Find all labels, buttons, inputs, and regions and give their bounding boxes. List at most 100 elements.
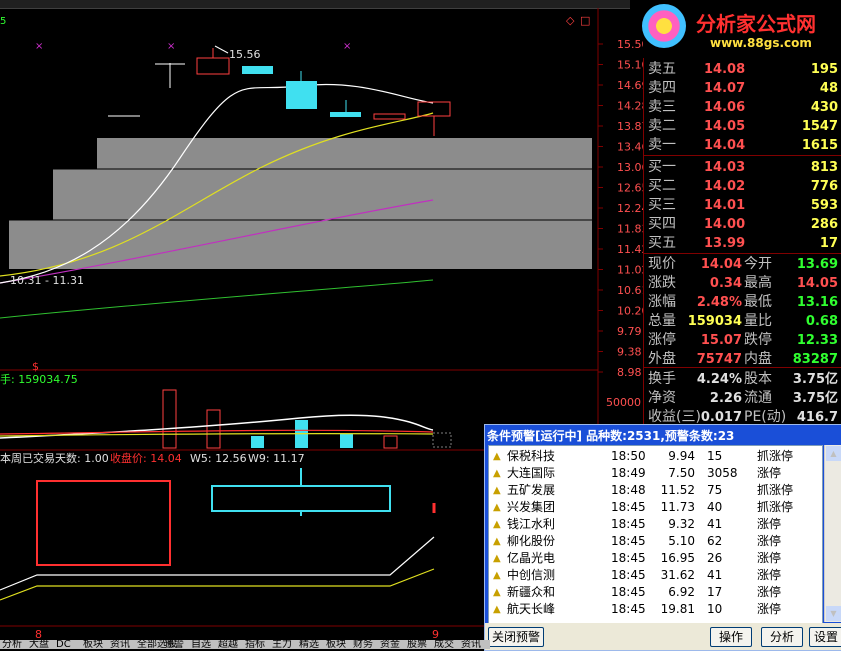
svg-text:×: ×: [343, 41, 351, 52]
alert-price: 9.32: [668, 517, 695, 531]
price-axis-tick: 12.24: [617, 202, 643, 215]
up-arrow-icon: ▲: [493, 468, 501, 479]
up-arrow-icon: ▲: [493, 604, 501, 615]
site-logo: 分析家公式网 www.88gs.com: [640, 2, 841, 54]
bottom-tab[interactable]: 财务: [353, 640, 373, 649]
window-box-icon[interactable]: □: [580, 14, 590, 27]
stat-value: 0.34: [709, 276, 742, 291]
alert-row[interactable]: ▲ 保税科技 18:50 9.94 15 抓涨停: [489, 448, 822, 465]
alert-stock-name: 钱江水利: [507, 517, 556, 531]
quote-panel: 卖五 14.08 195 卖四 14.07 48 卖三 14.06 430 卖二 14.05 1547…: [643, 58, 841, 425]
bottom-tab[interactable]: 分析: [2, 640, 22, 649]
quote-row-label: 买三: [648, 197, 676, 213]
date-marker-right: 9: [432, 628, 439, 640]
bottom-tab[interactable]: 大盘: [29, 640, 49, 649]
alert-row[interactable]: ▲ 新疆众和 18:45 6.92 17 涨停: [489, 584, 822, 601]
quote-row[interactable]: 买五 13.99 17: [644, 234, 841, 253]
up-arrow-icon: ▲: [493, 570, 501, 581]
alert-type: 涨停: [757, 568, 782, 582]
quote-row[interactable]: 买一 14.03 813: [644, 158, 841, 177]
quote-row-volume: 593: [810, 198, 838, 213]
alert-row[interactable]: ▲ 大连国际 18:49 7.50 3058 涨停: [489, 465, 822, 482]
bottom-tab[interactable]: 资金: [380, 640, 400, 649]
bottom-tab[interactable]: 板块: [83, 640, 103, 649]
fundamental-label: 净资: [648, 390, 676, 406]
quote-row-label: 卖三: [648, 99, 676, 115]
bottom-tab[interactable]: 主力: [272, 640, 292, 649]
up-arrow-icon: ▲: [493, 587, 501, 598]
price-axis-tick: 11.83: [617, 223, 643, 236]
alert-type: 涨停: [757, 534, 782, 548]
svg-text:×: ×: [35, 41, 43, 52]
bottom-tab[interactable]: 资讯: [110, 640, 130, 649]
alert-row[interactable]: ▲ 航天长峰 18:45 19.81 10 涨停: [489, 601, 822, 618]
quote-row[interactable]: 卖五 14.08 195: [644, 60, 841, 79]
up-arrow-icon: ▲: [493, 502, 501, 513]
quote-row-price: 14.03: [704, 160, 746, 175]
bottom-tab[interactable]: 股票: [407, 640, 427, 649]
alert-list[interactable]: ▲ 保税科技 18:50 9.94 15 抓涨停 ▲ 大连国际 18:49 7.50 3058 涨停 ▲…: [488, 445, 823, 624]
quote-row[interactable]: 买四 14.00 286: [644, 215, 841, 234]
quote-row[interactable]: 卖二 14.05 1547: [644, 117, 841, 136]
alert-scrollbar[interactable]: ▲ ▼: [824, 445, 841, 622]
stat-row: 总量 159034 量比 0.68: [644, 312, 841, 331]
alert-volume: 75: [707, 483, 723, 497]
close-alert-button[interactable]: 关闭预警: [488, 627, 544, 647]
alert-stock-name: 航天长峰: [507, 602, 556, 616]
alert-row[interactable]: ▲ 中创信测 18:45 31.62 41 涨停: [489, 567, 822, 584]
price-axis-tick: 12.65: [617, 182, 643, 195]
operate-button[interactable]: 操作: [710, 627, 752, 647]
volume-label: 手: 159034.75: [0, 372, 78, 386]
range-label: 10.31 - 11.31: [10, 274, 84, 287]
bottom-tab[interactable]: 成交: [434, 640, 454, 649]
bottom-tab[interactable]: 精选: [299, 640, 319, 649]
alert-window[interactable]: 条件预警[运行中] 品种数:2531,预警条数:23 ▲ 保税科技 18:50 9.9…: [484, 424, 841, 651]
scroll-up-icon[interactable]: ▲: [826, 446, 841, 461]
alert-row[interactable]: ▲ 五矿发展 18:48 11.52 75 抓涨停: [489, 482, 822, 499]
alert-type: 涨停: [757, 517, 782, 531]
bottom-tab[interactable]: 资讯: [461, 640, 481, 649]
alert-stock-name: 大连国际: [507, 466, 556, 480]
quote-row-price: 14.07: [704, 81, 746, 96]
fundamental-value-2: 3.75亿: [792, 372, 838, 387]
quote-row-label: 买一: [648, 159, 676, 175]
quote-row[interactable]: 买二 14.02 776: [644, 177, 841, 196]
fundamental-row: 净资 2.26 流通 3.75亿: [644, 389, 841, 408]
price-axis-tick: 13.06: [617, 161, 643, 174]
high-price-label: 15.56: [229, 48, 261, 61]
quote-row-price: 14.04: [704, 138, 746, 153]
settings-button[interactable]: 设置: [809, 627, 841, 647]
quote-row[interactable]: 卖一 14.04 1615: [644, 136, 841, 155]
bottom-tab[interactable]: 超越: [218, 640, 238, 649]
stat-value: 14.04: [700, 257, 742, 272]
quote-row[interactable]: 卖四 14.07 48: [644, 79, 841, 98]
quote-row[interactable]: 卖三 14.06 430: [644, 98, 841, 117]
quote-row-volume: 48: [819, 81, 838, 96]
svg-text:×: ×: [167, 41, 175, 52]
bottom-tab[interactable]: DC: [56, 640, 71, 649]
price-axis-tick: 8.98: [617, 366, 642, 379]
diamond-icon[interactable]: ◇: [566, 14, 575, 27]
stat-label-2: 最高: [744, 275, 772, 291]
bottom-tab[interactable]: 板块: [326, 640, 346, 649]
analyze-button[interactable]: 分析: [761, 627, 803, 647]
alert-footer: 关闭预警 操作 分析 设置: [485, 623, 841, 650]
bottom-tab[interactable]: 预警: [164, 640, 184, 649]
alert-type: 涨停: [757, 466, 782, 480]
logo-text: 分析家公式网: [696, 12, 816, 36]
bottom-tab[interactable]: 自选: [191, 640, 211, 649]
ask-bid-divider: [644, 155, 841, 156]
alert-row[interactable]: ▲ 柳化股份 18:45 5.10 62 涨停: [489, 533, 822, 550]
price-axis: 15.5015.1014.6914.2813.8713.4613.0612.65…: [598, 38, 643, 379]
quote-row-price: 14.02: [704, 179, 746, 194]
alert-row[interactable]: ▲ 钱江水利 18:45 9.32 41 涨停: [489, 516, 822, 533]
stat-label-2: 量比: [744, 313, 772, 329]
price-axis-tick: 10.20: [617, 305, 643, 318]
stat-value-2: 13.16: [796, 295, 838, 310]
alert-time: 18:45: [611, 500, 646, 514]
scroll-down-icon[interactable]: ▼: [826, 606, 841, 621]
bottom-tab[interactable]: 指标: [245, 640, 265, 649]
alert-row[interactable]: ▲ 兴发集团 18:45 11.73 40 抓涨停: [489, 499, 822, 516]
quote-row[interactable]: 买三 14.01 593: [644, 196, 841, 215]
alert-row[interactable]: ▲ 亿晶光电 18:45 16.95 26 涨停: [489, 550, 822, 567]
